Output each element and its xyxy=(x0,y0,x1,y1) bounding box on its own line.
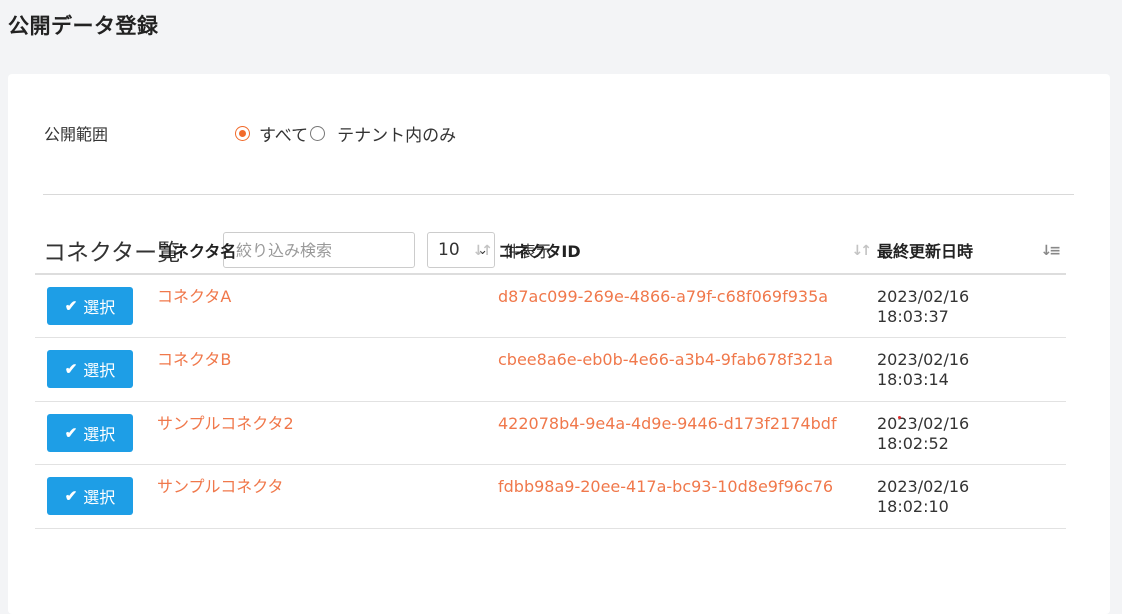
connector-id[interactable]: fdbb98a9-20ee-417a-bc93-10d8e9f96c76 xyxy=(498,477,848,497)
updated-time: 18:03:14 xyxy=(877,370,949,389)
sort-icon[interactable]: ↓↑ xyxy=(852,243,873,259)
table-row: ✔ 選択 コネクタA d87ac099-269e-4866-a79f-c68f06… xyxy=(35,274,1066,338)
scope-row: 公開範囲 すべて テナント内のみ xyxy=(44,121,456,146)
updated-time: 18:03:37 xyxy=(877,307,949,326)
column-header-id-label: コネクタID xyxy=(498,241,581,261)
column-header-select xyxy=(35,226,157,275)
scope-label: 公開範囲 xyxy=(44,125,109,144)
table-row: ✔ 選択 コネクタB cbee8a6e-eb0b-4e66-a3b4-9fab67… xyxy=(35,337,1066,402)
connector-name-link[interactable]: サンプルコネクタ xyxy=(157,477,498,497)
connector-id[interactable]: cbee8a6e-eb0b-4e66-a3b4-9fab678f321a xyxy=(498,350,848,370)
connector-name-link[interactable]: コネクタB xyxy=(157,350,498,370)
connector-name-link[interactable]: コネクタA xyxy=(157,287,498,307)
table-row: ✔ 選択 サンプルコネクタ fdbb98a9-20ee-417a-bc93-10d… xyxy=(35,464,1066,529)
select-button[interactable]: ✔ 選択 xyxy=(47,413,133,452)
updated-time: 18:02:52 xyxy=(877,433,949,453)
table-header-row: コネクタ名 ↓↑ コネクタID ↓↑ 最終更新日時 ↓≡ xyxy=(35,226,1066,275)
radio-all-label: すべて xyxy=(259,125,309,146)
updated-time: 18:02:10 xyxy=(877,497,949,516)
check-icon: ✔ xyxy=(64,298,78,315)
radio-tenant[interactable] xyxy=(310,125,326,141)
connector-name-link[interactable]: サンプルコネクタ2 xyxy=(157,414,498,434)
table-row: ✔ 選択 サンプルコネクタ2 422078b4-9e4a-4d9e-9446-d1… xyxy=(35,401,1066,465)
radio-option-all[interactable]: すべて xyxy=(235,121,308,146)
updated-date: 2023/02/16 xyxy=(877,413,970,433)
connector-table: コネクタ名 ↓↑ コネクタID ↓↑ 最終更新日時 ↓≡ ✔ 選択 コネクタA d… xyxy=(35,226,1066,529)
updated-date: 2023/02/16 xyxy=(877,477,970,496)
column-header-id[interactable]: コネクタID ↓↑ xyxy=(498,226,877,275)
select-button-label: 選択 xyxy=(83,426,116,444)
radio-all[interactable] xyxy=(235,125,250,141)
check-icon: ✔ xyxy=(64,361,78,378)
select-button[interactable]: ✔ 選択 xyxy=(47,287,133,325)
radio-option-tenant[interactable]: テナント内のみ xyxy=(308,121,456,146)
updated-date: 2023/02/16 xyxy=(877,350,970,369)
sort-desc-icon[interactable]: ↓≡ xyxy=(1041,243,1062,259)
column-header-name-label: コネクタ名 xyxy=(157,241,237,261)
sort-icon[interactable]: ↓↑ xyxy=(473,243,494,259)
cursor-dot xyxy=(898,416,901,419)
select-button-label: 選択 xyxy=(83,363,116,380)
connector-id[interactable]: d87ac099-269e-4866-a79f-c68f069f935a xyxy=(498,287,848,307)
page-title: 公開データ登録 xyxy=(8,14,159,38)
select-button[interactable]: ✔ 選択 xyxy=(47,350,133,388)
select-button[interactable]: ✔ 選択 xyxy=(47,477,133,515)
select-button-label: 選択 xyxy=(83,300,116,317)
check-icon: ✔ xyxy=(64,424,78,442)
check-icon: ✔ xyxy=(64,488,78,505)
connector-id[interactable]: 422078b4-9e4a-4d9e-9446-d173f2174bdf xyxy=(498,414,848,434)
updated-date: 2023/02/16 xyxy=(877,287,970,306)
divider xyxy=(43,194,1074,195)
column-header-name[interactable]: コネクタ名 ↓↑ xyxy=(157,226,498,275)
column-header-updated-label: 最終更新日時 xyxy=(877,241,974,261)
radio-tenant-label: テナント内のみ xyxy=(337,125,457,146)
select-button-label: 選択 xyxy=(83,490,116,507)
column-header-updated[interactable]: 最終更新日時 ↓≡ xyxy=(877,226,1066,275)
